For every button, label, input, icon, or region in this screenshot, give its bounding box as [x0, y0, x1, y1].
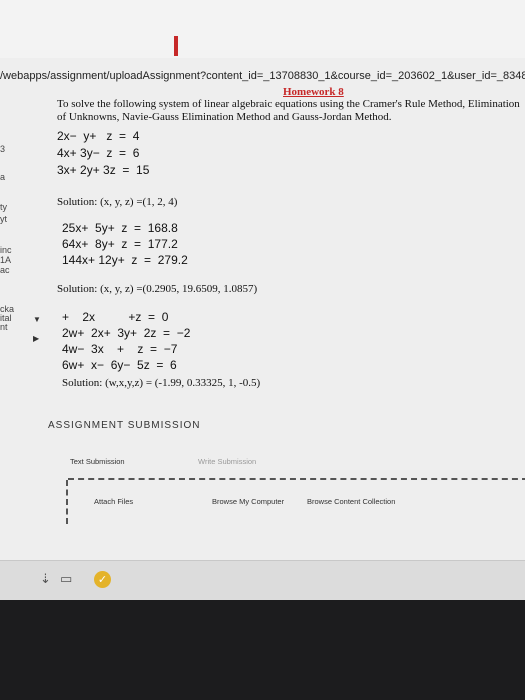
- caret-right-icon[interactable]: ▶: [33, 334, 39, 343]
- system3-equation-1: + 2x +z = 0: [62, 310, 169, 324]
- menu-fragment[interactable]: ty: [0, 202, 7, 212]
- system2-equation-2: 64x+ 8y+ z = 177.2: [62, 237, 178, 251]
- download-icon[interactable]: ⇣: [40, 572, 51, 587]
- assignment-instructions: To solve the following system of linear …: [57, 98, 520, 123]
- browse-content-collection-button[interactable]: Browse Content Collection: [307, 497, 395, 506]
- system3-equation-3: 4w− 3x + z = −7: [62, 342, 178, 356]
- menu-fragment[interactable]: nt: [0, 322, 8, 332]
- attach-files-label: Attach Files: [94, 497, 134, 506]
- system1-equation-1: 2x− y+ z = 4: [57, 129, 140, 143]
- assignment-title: Homework 8: [283, 86, 344, 98]
- red-marker: [174, 36, 178, 56]
- menu-fragment[interactable]: inc: [0, 245, 12, 255]
- system3-equation-2: 2w+ 2x+ 3y+ 2z = −2: [62, 326, 191, 340]
- laptop-screen: /webapps/assignment/uploadAssignment?con…: [0, 0, 525, 600]
- checkmark-icon[interactable]: ✓: [94, 571, 111, 588]
- address-bar[interactable]: /webapps/assignment/uploadAssignment?con…: [0, 68, 525, 84]
- upload-border: [66, 480, 70, 524]
- system1-equation-2: 4x+ 3y− z = 6: [57, 146, 140, 160]
- browse-my-computer-button[interactable]: Browse My Computer: [212, 497, 284, 506]
- menu-fragment[interactable]: 1A: [0, 255, 11, 265]
- text-submission-button[interactable]: Text Submission: [70, 457, 125, 466]
- system2-solution: Solution: (x, y, z) =(0.2905, 19.6509, 1…: [57, 283, 258, 295]
- left-course-menu: 3 a ty yt inc 1A ac cka ital nt: [0, 92, 26, 432]
- menu-fragment[interactable]: a: [0, 172, 5, 182]
- file-upload-area[interactable]: [66, 478, 525, 526]
- menu-fragment[interactable]: yt: [0, 214, 7, 224]
- window-icon[interactable]: ▭: [60, 572, 72, 587]
- system2-equation-3: 144x+ 12y+ z = 279.2: [62, 253, 188, 267]
- caret-down-icon[interactable]: ▼: [33, 315, 41, 324]
- menu-fragment[interactable]: ac: [0, 265, 10, 275]
- browser-top-area: [0, 0, 525, 58]
- menu-fragment[interactable]: 3: [0, 144, 5, 154]
- write-submission-button[interactable]: Write Submission: [198, 457, 256, 466]
- system1-solution: Solution: (x, y, z) =(1, 2, 4): [57, 196, 178, 208]
- system3-equation-4: 6w+ x− 6y− 5z = 6: [62, 358, 177, 372]
- system3-solution: Solution: (w,x,y,z) = (-1.99, 0.33325, 1…: [62, 377, 261, 389]
- system2-equation-1: 25x+ 5y+ z = 168.8: [62, 221, 178, 235]
- system1-equation-3: 3x+ 2y+ 3z = 15: [57, 163, 150, 177]
- assignment-submission-heading: ASSIGNMENT SUBMISSION: [48, 420, 201, 431]
- taskbar: ⇣ ▭ ✓: [0, 560, 525, 600]
